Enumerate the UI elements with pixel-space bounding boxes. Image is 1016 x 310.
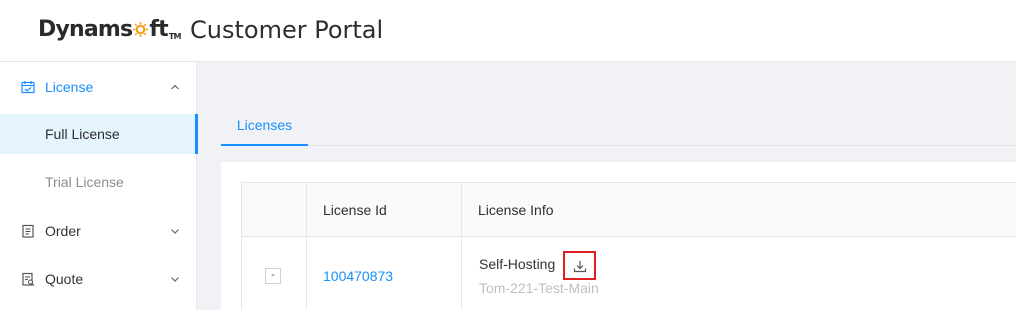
download-icon xyxy=(573,260,586,272)
logo-trademark: TM xyxy=(168,32,182,41)
dynamsoft-logo[interactable]: Dynam s ft TM xyxy=(38,17,181,47)
quote-icon xyxy=(22,272,35,286)
table-header-row: License Id License Info xyxy=(242,183,1016,237)
sidebar-item-quote[interactable]: Quote xyxy=(0,259,197,299)
tab-licenses[interactable]: Licenses xyxy=(221,106,308,146)
sidebar-item-label: Full License xyxy=(45,126,120,142)
chevron-up-icon xyxy=(171,84,179,90)
collapse-row-button[interactable]: - xyxy=(265,268,281,284)
logo-sun-icon xyxy=(133,22,149,37)
logo-text-part: ft xyxy=(149,17,168,42)
sidebar-item-label: License xyxy=(45,79,94,95)
license-type: Self-Hosting xyxy=(479,256,556,272)
sidebar-item-label: Order xyxy=(45,223,81,239)
sidebar-item-trial-license[interactable]: Trial License xyxy=(0,162,197,202)
chevron-down-icon xyxy=(171,229,179,234)
order-icon xyxy=(22,224,34,238)
chevron-down-icon xyxy=(171,277,179,282)
column-divider xyxy=(306,183,307,310)
sidebar-item-label: Trial License xyxy=(45,174,124,190)
logo-text-part: s xyxy=(120,17,133,42)
sidebar-item-license[interactable]: License xyxy=(0,67,197,107)
sidebar: License Full License Trial License Order… xyxy=(0,62,198,310)
page-title: Customer Portal xyxy=(190,16,384,44)
sidebar-item-label: Quote xyxy=(45,271,84,287)
license-name: Tom-221-Test-Main xyxy=(479,280,599,296)
tabs-bar: Licenses xyxy=(221,106,1016,146)
content-panel: License Id License Info - 100470873 Self… xyxy=(221,162,1016,310)
column-header-license-info: License Info xyxy=(478,202,554,218)
license-id-link[interactable]: 100470873 xyxy=(323,268,393,284)
sidebar-item-order[interactable]: Order xyxy=(0,211,197,251)
license-icon xyxy=(21,81,35,94)
column-divider xyxy=(461,183,462,310)
top-header: Dynam s ft TM Customer Portal xyxy=(0,0,1016,62)
column-header-license-id: License Id xyxy=(323,202,387,218)
license-table: License Id License Info - 100470873 Self… xyxy=(241,182,1016,310)
download-button[interactable] xyxy=(563,251,596,280)
logo-text-part: Dynam xyxy=(38,17,121,42)
sidebar-item-full-license[interactable]: Full License xyxy=(0,114,198,154)
